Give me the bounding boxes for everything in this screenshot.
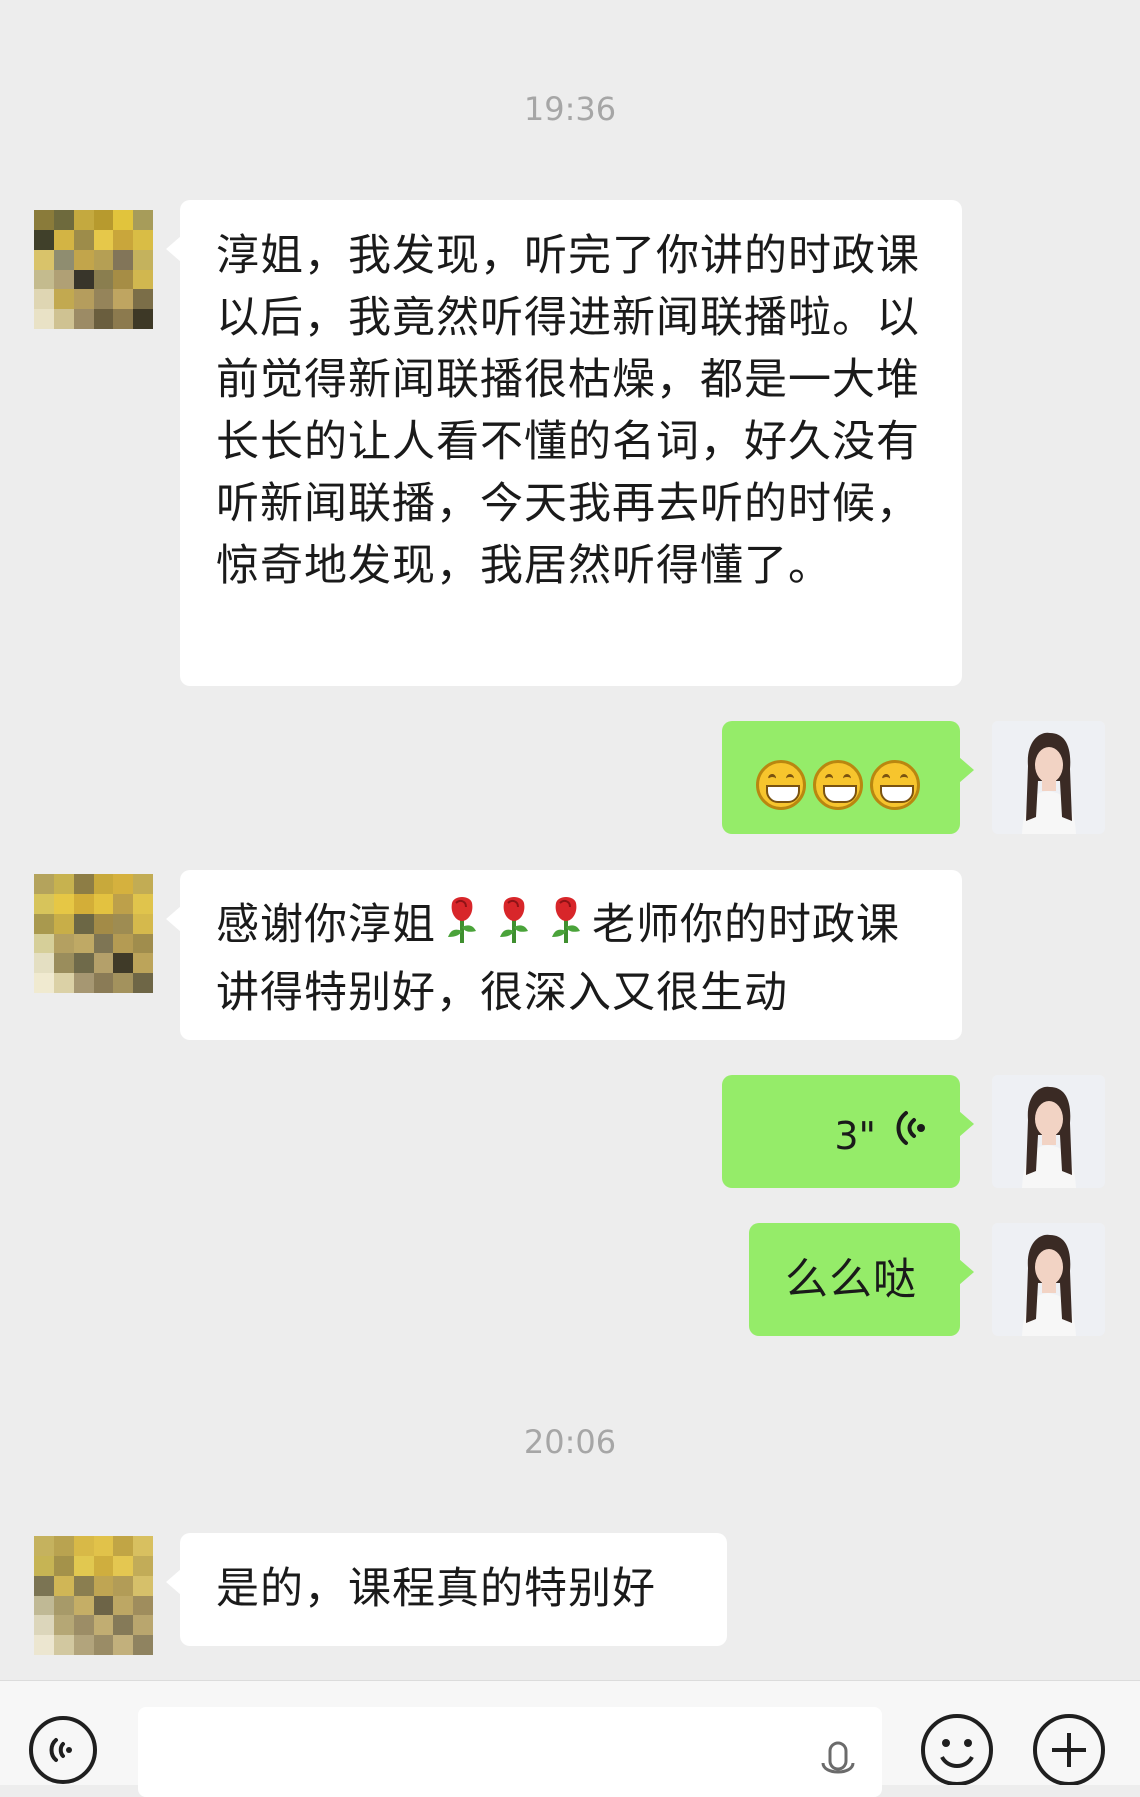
user-avatar[interactable] xyxy=(992,721,1105,834)
timestamp: 20:06 xyxy=(523,1423,617,1461)
message-text: 感谢你淳姐 老师你的时政课讲得特别好，很深入又很生动 xyxy=(216,893,928,1024)
user-avatar[interactable] xyxy=(992,1075,1105,1188)
incoming-message-bubble[interactable]: 淳姐，我发现，听完了你讲的时政课以后，我竟然听得进新闻联播啦。以前觉得新闻联播很… xyxy=(166,200,962,686)
message-text: 淳姐，我发现，听完了你讲的时政课以后，我竟然听得进新闻联播啦。以前觉得新闻联播很… xyxy=(216,231,920,591)
grinning-face-icon xyxy=(870,759,920,810)
contact-avatar[interactable] xyxy=(34,210,153,329)
rose-icon xyxy=(436,893,488,962)
rose-icon xyxy=(488,893,540,962)
message-text: 是的，课程真的特别好 xyxy=(216,1564,656,1614)
grinning-face-icon xyxy=(813,759,863,810)
contact-avatar[interactable] xyxy=(34,874,153,993)
outgoing-message-bubble[interactable]: 么么哒 xyxy=(749,1223,974,1336)
incoming-message-bubble[interactable]: 感谢你淳姐 老师你的时政课讲得特别好，很深入又很生动 xyxy=(166,870,962,1040)
microphone-icon[interactable] xyxy=(818,1741,858,1785)
plus-icon[interactable] xyxy=(1030,1711,1108,1786)
incoming-message-bubble[interactable]: 是的，课程真的特别好 xyxy=(166,1533,727,1646)
input-bar xyxy=(0,1680,1140,1797)
outgoing-voice-message[interactable]: 3" xyxy=(722,1075,974,1188)
message-text-part: 感谢你淳姐 xyxy=(216,900,436,950)
rose-icon xyxy=(540,893,592,962)
timestamp: 19:36 xyxy=(523,90,617,128)
smiley-icon[interactable] xyxy=(918,1711,996,1786)
grinning-face-icon xyxy=(756,759,806,810)
user-avatar[interactable] xyxy=(992,1223,1105,1336)
voice-wave-icon[interactable] xyxy=(24,1711,97,1784)
voice-wave-icon xyxy=(894,1105,930,1167)
outgoing-message-bubble[interactable] xyxy=(722,721,974,834)
voice-duration: 3" xyxy=(834,1114,876,1158)
contact-avatar[interactable] xyxy=(34,1536,153,1655)
message-text: 么么哒 xyxy=(785,1255,917,1305)
